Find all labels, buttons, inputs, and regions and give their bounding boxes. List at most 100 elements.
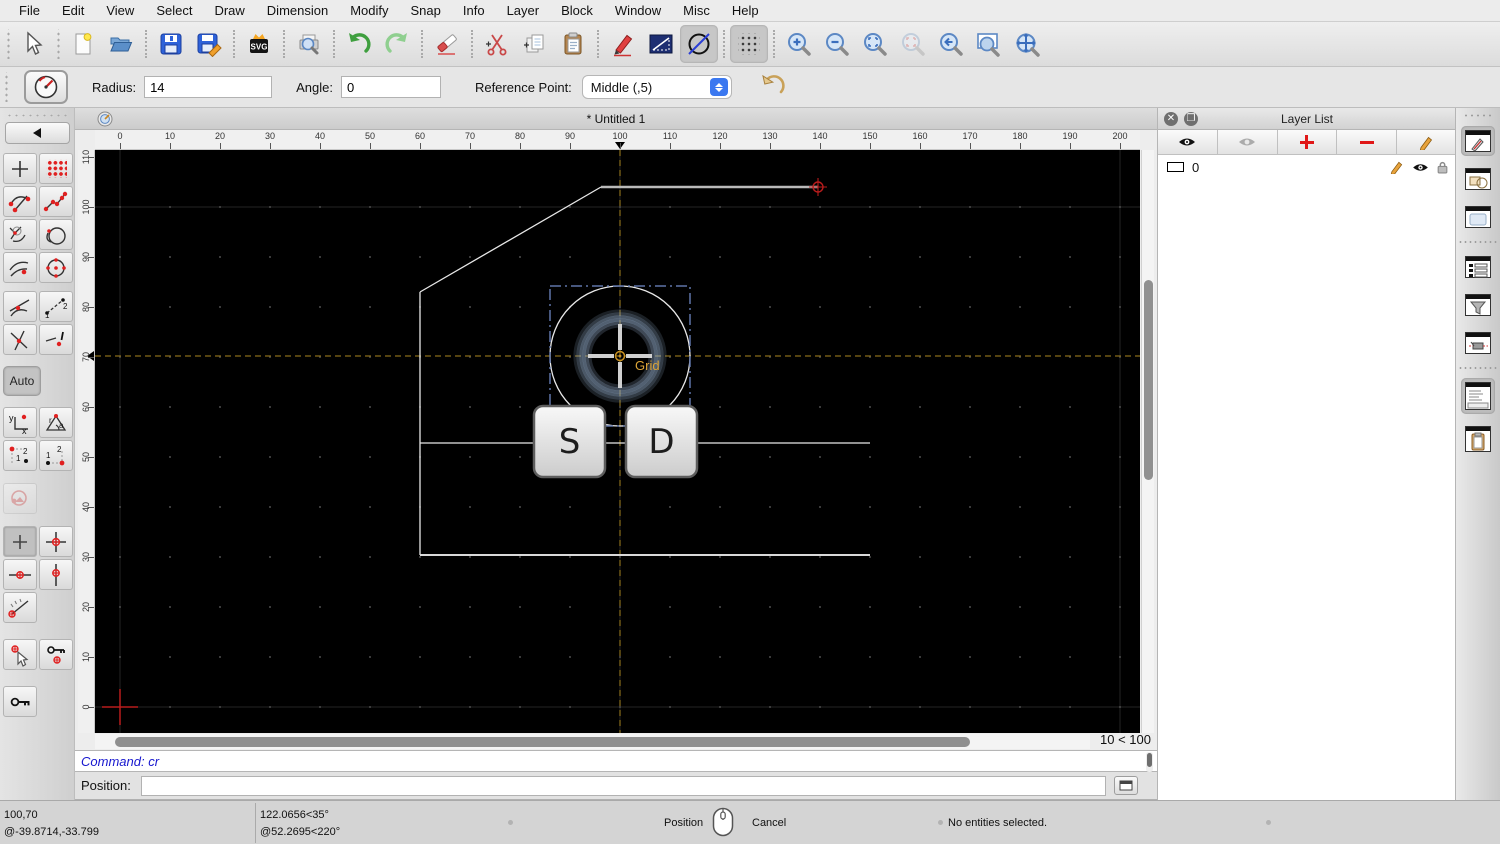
hide-all-layers-button[interactable] bbox=[1217, 130, 1278, 154]
grid-toggle-button[interactable] bbox=[730, 25, 768, 63]
coordinate-cartesian-button[interactable]: yx bbox=[3, 407, 37, 438]
drawing-canvas[interactable]: Grid S D bbox=[95, 150, 1140, 733]
snap-auto-button[interactable]: Auto bbox=[3, 366, 41, 396]
menu-edit[interactable]: Edit bbox=[51, 0, 95, 22]
zoom-auto-button[interactable] bbox=[856, 25, 894, 63]
lock-relative-zero-button[interactable] bbox=[39, 639, 73, 670]
svg-export-button[interactable]: SVG bbox=[240, 25, 278, 63]
restrict-disabled-button[interactable] bbox=[3, 483, 37, 514]
restore-defaults-button[interactable] bbox=[758, 73, 788, 102]
zoom-out-button[interactable] bbox=[818, 25, 856, 63]
fillet-tool-button[interactable] bbox=[24, 70, 68, 104]
snap-intersection-x-button[interactable] bbox=[3, 324, 37, 355]
vertical-scrollbar-thumb[interactable] bbox=[1144, 280, 1153, 480]
menu-snap[interactable]: Snap bbox=[400, 0, 452, 22]
zero-snap-button[interactable] bbox=[3, 526, 37, 557]
position-options-button[interactable] bbox=[1113, 776, 1138, 795]
dock-selection-filter-button[interactable] bbox=[1461, 290, 1495, 320]
select-snap-button[interactable] bbox=[3, 639, 37, 670]
crosshair-center-button[interactable] bbox=[39, 526, 73, 557]
toolbar-drag-handle[interactable] bbox=[55, 29, 61, 59]
show-all-layers-button[interactable] bbox=[1158, 130, 1218, 154]
dock-pen-wizard-button[interactable] bbox=[1461, 328, 1495, 358]
edit-layer-button[interactable] bbox=[1397, 130, 1456, 154]
snap-grid-button[interactable] bbox=[39, 153, 73, 184]
points-relative-button[interactable]: 12 bbox=[3, 440, 37, 471]
vertical-scrollbar[interactable] bbox=[1141, 150, 1154, 733]
layer-visibility-eye-icon[interactable] bbox=[1412, 162, 1429, 173]
dock-clipboard-button[interactable] bbox=[1461, 422, 1495, 456]
dock-library-browser-button[interactable] bbox=[1461, 202, 1495, 232]
menu-view[interactable]: View bbox=[95, 0, 145, 22]
dock-pen-palette-button[interactable] bbox=[1461, 126, 1495, 156]
menu-layer[interactable]: Layer bbox=[496, 0, 551, 22]
command-scrollbar[interactable] bbox=[1146, 752, 1153, 772]
angle-input[interactable] bbox=[340, 76, 441, 98]
zoom-previous-button[interactable] bbox=[894, 25, 932, 63]
cut-button[interactable] bbox=[478, 25, 516, 63]
toolbar-drag-handle[interactable] bbox=[5, 29, 11, 59]
menu-dimension[interactable]: Dimension bbox=[256, 0, 339, 22]
line-tool-button[interactable] bbox=[642, 25, 680, 63]
zoom-pan-button[interactable] bbox=[1008, 25, 1046, 63]
snap-sequence-button[interactable]: 12 bbox=[39, 291, 73, 322]
snap-free-button[interactable] bbox=[3, 153, 37, 184]
selection-arrow-icon[interactable] bbox=[14, 25, 52, 63]
command-line-area[interactable]: Command: cr bbox=[75, 750, 1157, 772]
zoom-in-button[interactable] bbox=[780, 25, 818, 63]
layer-row[interactable]: 0 bbox=[1158, 155, 1456, 179]
open-file-button[interactable] bbox=[102, 25, 140, 63]
draw-pen-button[interactable] bbox=[604, 25, 642, 63]
back-button[interactable] bbox=[4, 122, 70, 144]
crosshair-horizontal-button[interactable] bbox=[3, 559, 37, 590]
zoom-back-button[interactable] bbox=[932, 25, 970, 63]
layer-color-swatch[interactable] bbox=[1167, 162, 1184, 172]
redo-button[interactable] bbox=[378, 25, 416, 63]
snap-center-button[interactable] bbox=[3, 219, 37, 250]
layer-lock-icon[interactable] bbox=[1437, 161, 1448, 174]
layer-edit-pencil-icon[interactable] bbox=[1390, 160, 1404, 174]
snap-endpoint-button[interactable] bbox=[3, 186, 37, 217]
document-tab-title[interactable]: * Untitled 1 bbox=[75, 108, 1157, 130]
menu-file[interactable]: File bbox=[8, 0, 51, 22]
menu-help[interactable]: Help bbox=[721, 0, 770, 22]
copy-button[interactable] bbox=[516, 25, 554, 63]
paste-button[interactable] bbox=[554, 25, 592, 63]
coordinate-polar-button[interactable]: ra bbox=[39, 407, 73, 438]
options-drag-handle[interactable] bbox=[3, 72, 9, 102]
radius-input[interactable] bbox=[144, 76, 273, 98]
snap-middle-button[interactable] bbox=[39, 219, 73, 250]
menu-modify[interactable]: Modify bbox=[339, 0, 399, 22]
snap-intersection-manual-button[interactable] bbox=[39, 324, 73, 355]
menu-misc[interactable]: Misc bbox=[672, 0, 721, 22]
save-button[interactable] bbox=[152, 25, 190, 63]
dock-block-list-button[interactable] bbox=[1461, 164, 1495, 194]
crosshair-vertical-button[interactable] bbox=[39, 559, 73, 590]
snap-on-entity-button[interactable] bbox=[39, 186, 73, 217]
command-scrollbar-thumb[interactable] bbox=[1147, 753, 1152, 767]
snap-tangential-button[interactable] bbox=[3, 291, 37, 322]
key-tool-button[interactable] bbox=[3, 686, 37, 717]
dock-drag-handle[interactable] bbox=[1463, 113, 1493, 118]
angle-snap-button[interactable] bbox=[3, 592, 37, 623]
reference-point-select[interactable]: Middle (,5) bbox=[581, 75, 732, 99]
menu-draw[interactable]: Draw bbox=[203, 0, 255, 22]
menu-block[interactable]: Block bbox=[550, 0, 604, 22]
new-document-button[interactable] bbox=[64, 25, 102, 63]
circle-line-tool-button[interactable] bbox=[680, 25, 718, 63]
position-input[interactable] bbox=[140, 775, 1106, 796]
save-as-button[interactable] bbox=[190, 25, 228, 63]
snap-intersection-button[interactable] bbox=[39, 252, 73, 283]
points-absolute-button[interactable]: 12 bbox=[39, 440, 73, 471]
horizontal-scrollbar[interactable] bbox=[95, 734, 1090, 749]
sidebar-drag-handle[interactable] bbox=[6, 113, 68, 118]
menu-select[interactable]: Select bbox=[145, 0, 203, 22]
print-preview-button[interactable] bbox=[290, 25, 328, 63]
horizontal-scrollbar-thumb[interactable] bbox=[115, 737, 970, 747]
dock-entity-list-button[interactable] bbox=[1461, 252, 1495, 282]
dock-command-line-button[interactable] bbox=[1461, 378, 1495, 414]
add-layer-button[interactable] bbox=[1277, 130, 1338, 154]
remove-layer-button[interactable] bbox=[1337, 130, 1398, 154]
zoom-window-button[interactable] bbox=[970, 25, 1008, 63]
menu-info[interactable]: Info bbox=[452, 0, 496, 22]
